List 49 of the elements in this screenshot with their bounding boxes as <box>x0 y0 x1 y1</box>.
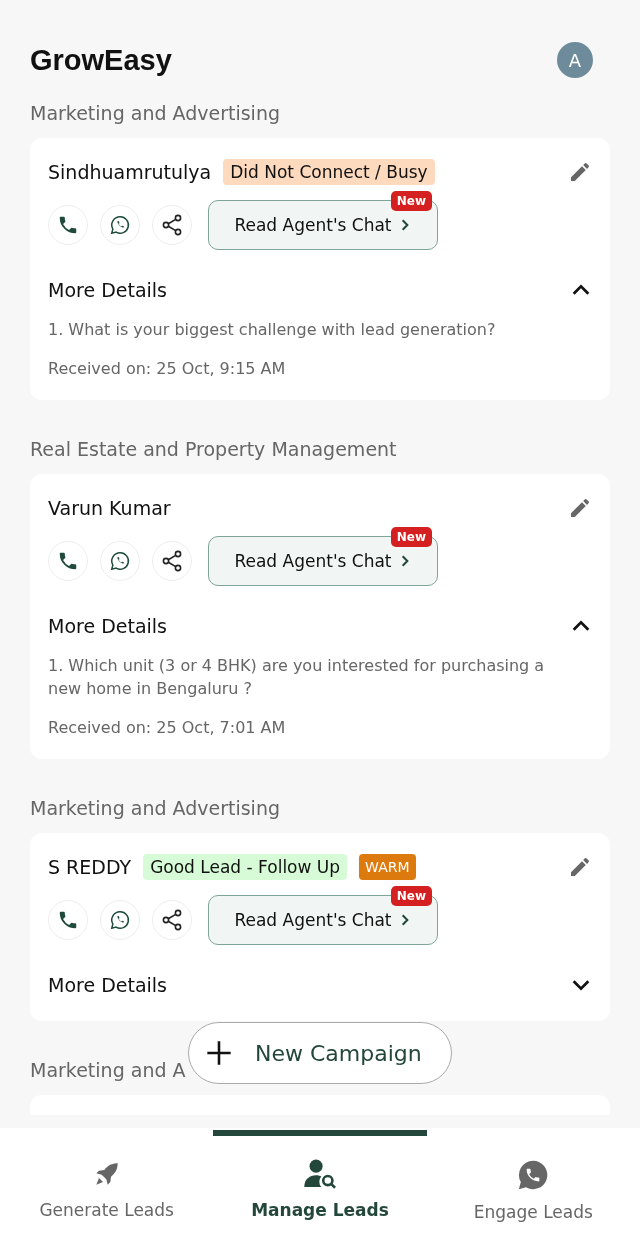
whatsapp-button[interactable] <box>100 541 140 581</box>
call-button[interactable] <box>48 205 88 245</box>
category-heading: Marketing and Advertising <box>30 796 281 821</box>
whatsapp-button[interactable] <box>100 205 140 245</box>
whatsapp-icon <box>109 214 131 236</box>
new-badge: New <box>390 527 432 547</box>
whatsapp-icon <box>109 550 131 572</box>
new-badge: New <box>390 191 432 211</box>
edit-icon[interactable] <box>568 855 592 879</box>
call-button[interactable] <box>48 900 88 940</box>
question-text: 1. Which unit (3 or 4 BHK) are you interested for purchasing a new home in Bengaluru ? <box>48 655 546 700</box>
nav-tab[interactable]: Generate Leads <box>0 1128 214 1250</box>
whatsapp-icon <box>109 909 131 931</box>
status-tag: Did Not Connect / Busy <box>223 159 435 185</box>
user-avatar[interactable]: A <box>557 42 593 78</box>
lead-name: Varun Kumar <box>48 497 171 519</box>
phone-icon <box>57 214 79 236</box>
user-search-icon <box>303 1158 337 1190</box>
edit-icon[interactable] <box>568 496 592 520</box>
lead-name: S REDDY <box>48 856 132 878</box>
status-tag: WARM <box>359 854 416 880</box>
more-details-toggle[interactable]: More Details <box>48 612 592 640</box>
phone-icon <box>57 909 79 931</box>
nav-tab[interactable]: Manage Leads <box>213 1128 427 1250</box>
category-heading: Marketing and Advertising <box>30 101 281 126</box>
share-button[interactable] <box>152 900 192 940</box>
nav-tab[interactable]: Engage Leads <box>426 1128 640 1250</box>
share-icon <box>160 549 184 573</box>
whatsapp-button[interactable] <box>100 900 140 940</box>
new-campaign-button[interactable]: New Campaign <box>188 1022 452 1084</box>
edit-icon[interactable] <box>568 160 592 184</box>
share-button[interactable] <box>152 205 192 245</box>
more-details-toggle[interactable]: More Details <box>48 276 592 304</box>
question-text: 1. What is your biggest challenge with lead generation? <box>48 319 497 341</box>
received-date: Received on: 25 Oct, 9:15 AM <box>48 359 287 378</box>
lead-name: Sindhuamrutulya <box>48 161 212 183</box>
share-icon <box>160 908 184 932</box>
received-date: Received on: 25 Oct, 7:01 AM <box>48 718 287 737</box>
app-title: GrowEasy <box>30 43 172 77</box>
share-icon <box>160 213 184 237</box>
new-badge: New <box>390 886 432 906</box>
share-button[interactable] <box>152 541 192 581</box>
more-details-toggle[interactable]: More Details <box>48 971 592 999</box>
category-heading: Marketing and A <box>30 1058 187 1083</box>
call-button[interactable] <box>48 541 88 581</box>
status-tag: Good Lead - Follow Up <box>143 854 348 880</box>
plus-icon <box>205 1039 233 1067</box>
category-heading: Real Estate and Property Management <box>30 437 398 462</box>
phone-icon <box>57 550 79 572</box>
